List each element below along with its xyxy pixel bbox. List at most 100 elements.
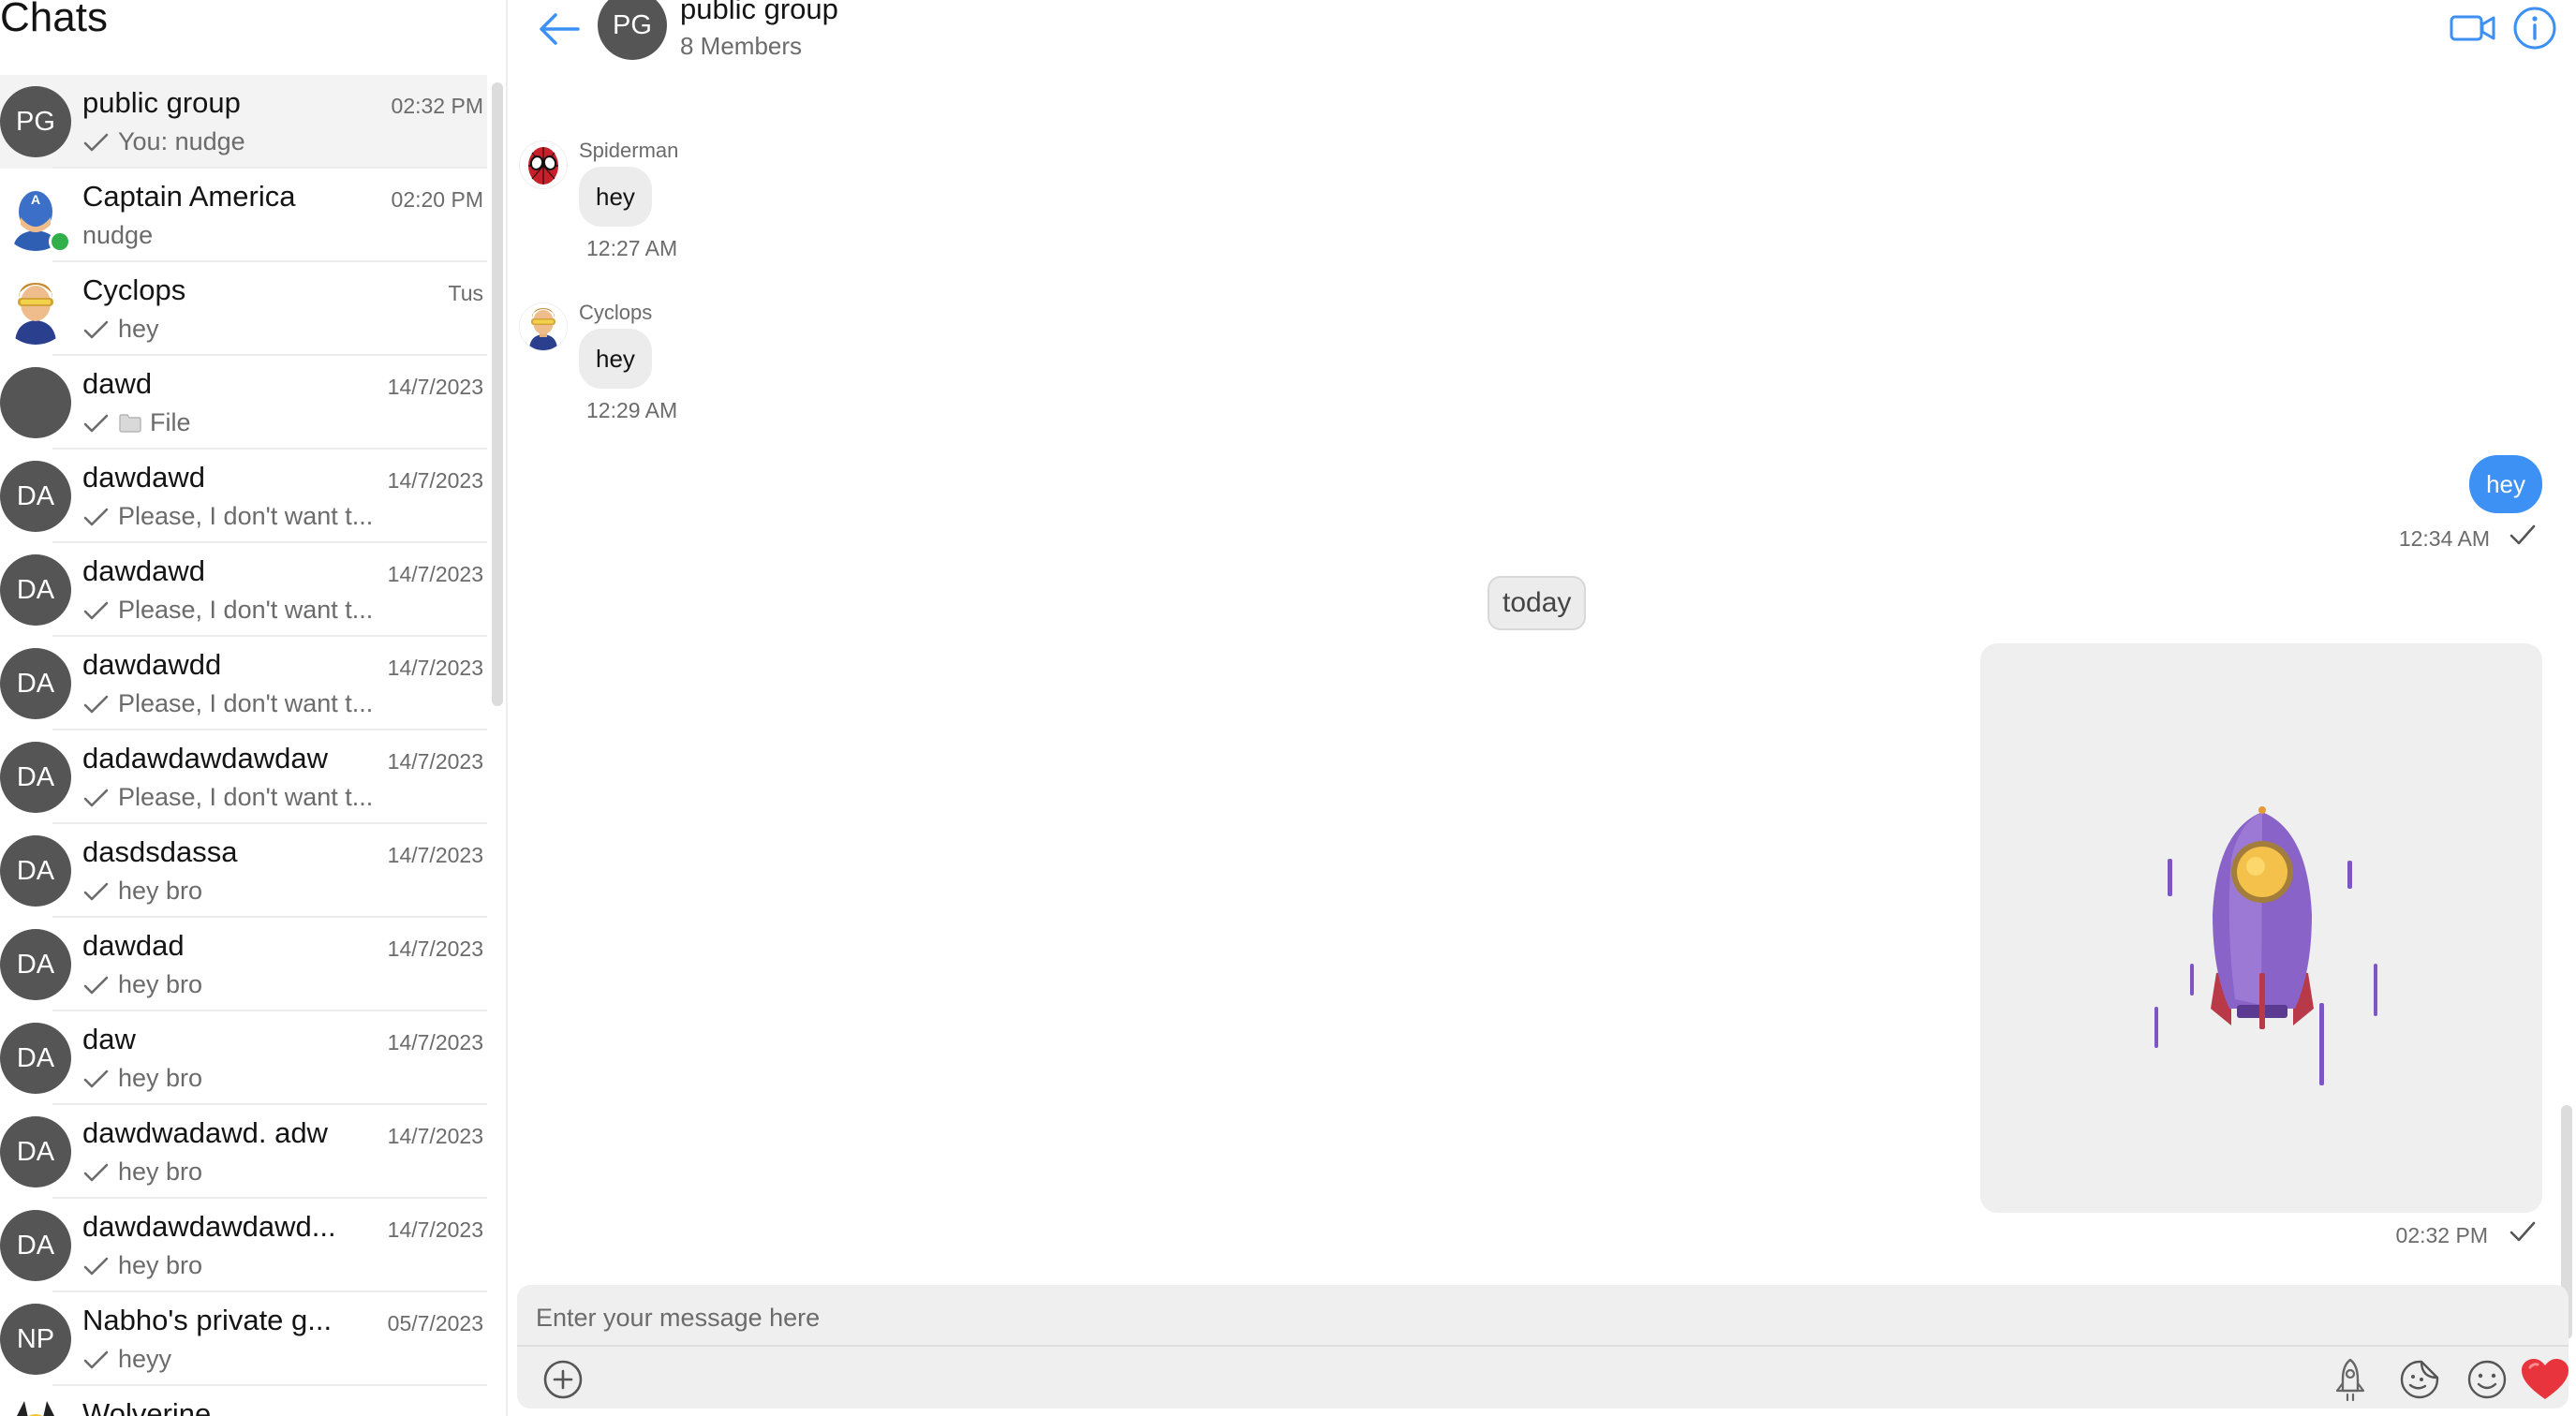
- message-sender: Spiderman: [579, 139, 679, 162]
- message-time: 02:32 PM: [2395, 1223, 2488, 1247]
- chat-list-item[interactable]: DA dawdawdawdawd... 14/7/2023 hey bro: [0, 1199, 487, 1292]
- chat-list-item[interactable]: dawd 14/7/2023 File: [0, 356, 487, 450]
- avatar[interactable]: DA: [0, 929, 71, 1000]
- spiderman-avatar-icon: [528, 147, 558, 184]
- chat-preview: hey bro: [82, 877, 202, 906]
- chat-preview: You: nudge: [82, 127, 245, 156]
- message-time: 12:27 AM: [586, 236, 678, 260]
- message-composer: [517, 1285, 2569, 1409]
- spiderman-avatar[interactable]: [519, 140, 568, 189]
- chat-list-item[interactable]: DA dawdwadawd. adw 14/7/2023 hey bro: [0, 1105, 487, 1199]
- avatar[interactable]: PG: [0, 86, 71, 157]
- info-button[interactable]: [2512, 6, 2557, 51]
- chat-time: 14/7/2023: [387, 1217, 483, 1242]
- chat-list-item[interactable]: DA dawdawd 14/7/2023 Please, I don't want t…: [0, 450, 487, 543]
- chat-preview: File: [82, 408, 191, 437]
- avatar[interactable]: [0, 1397, 71, 1416]
- chat-list-item[interactable]: DA dadawdawdawdaw 14/7/2023 Please, I don't…: [0, 730, 487, 824]
- message-bubble[interactable]: hey: [579, 167, 652, 227]
- sent-check-icon: [83, 320, 109, 338]
- sticker-icon: [2400, 1360, 2439, 1399]
- chat-preview: Please, I don't want t...: [82, 783, 373, 812]
- chat-name: dawdwadawd. adw: [82, 1116, 328, 1149]
- sent-check-icon: [83, 414, 109, 432]
- avatar[interactable]: DA: [0, 1210, 71, 1281]
- chat-list-item[interactable]: DA dawdawdd 14/7/2023 Please, I don't want …: [0, 637, 487, 730]
- cyclops-avatar-icon: [0, 273, 71, 345]
- message-bubble[interactable]: hey: [579, 329, 652, 389]
- avatar[interactable]: [0, 367, 71, 438]
- chat-list: PG public group 02:32 PM You: nudge A Captain…: [0, 75, 487, 1416]
- sent-check-icon: [83, 789, 109, 806]
- outgoing-message-bubble[interactable]: hey: [2469, 455, 2542, 513]
- chat-preview: hey bro: [82, 1158, 202, 1187]
- sent-check-icon: [83, 1069, 109, 1087]
- chat-name: dadawdawdawdaw: [82, 742, 328, 774]
- chat-time: 02:32 PM: [391, 94, 483, 118]
- sent-check-icon: [2509, 1221, 2536, 1242]
- chat-time: 14/7/2023: [387, 1124, 483, 1148]
- sticker-button[interactable]: [2396, 1356, 2443, 1403]
- chat-preview-text: Please, I don't want t...: [118, 783, 374, 811]
- chat-list-item[interactable]: A Captain America 02:20 PM nudge: [0, 169, 487, 262]
- avatar[interactable]: DA: [0, 554, 71, 626]
- conversation-title: public group: [680, 0, 838, 25]
- avatar[interactable]: [0, 273, 71, 345]
- chat-time: 14/7/2023: [387, 843, 483, 867]
- chat-list-item[interactable]: Wolverine: [0, 1386, 487, 1416]
- back-button[interactable]: [536, 6, 583, 52]
- emoji-icon: [2467, 1360, 2507, 1399]
- chat-time: 14/7/2023: [387, 468, 483, 493]
- file-icon: [119, 413, 141, 433]
- rocket-button[interactable]: [2327, 1356, 2374, 1403]
- chat-preview: hey bro: [82, 970, 202, 999]
- date-separator: today: [1488, 576, 1587, 630]
- chat-preview-text: hey bro: [118, 877, 203, 905]
- chat-preview-text: Please, I don't want t...: [118, 502, 374, 530]
- avatar[interactable]: DA: [0, 648, 71, 719]
- chat-list-item[interactable]: NP Nabho's private g... 05/7/2023 heyy: [0, 1292, 487, 1386]
- message-time: 12:29 AM: [586, 398, 678, 422]
- sent-check-icon: [83, 133, 109, 151]
- chat-name: dawdad: [82, 929, 185, 962]
- chat-time: 14/7/2023: [387, 1030, 483, 1055]
- chat-list-item[interactable]: DA dasdsdassa 14/7/2023 hey bro: [0, 824, 487, 918]
- chat-list-item[interactable]: Cyclops Tus hey: [0, 262, 487, 356]
- sent-check-icon: [83, 1350, 109, 1368]
- chat-preview-text: hey: [118, 315, 159, 343]
- avatar[interactable]: DA: [0, 742, 71, 813]
- chat-list-item[interactable]: DA daw 14/7/2023 hey bro: [0, 1011, 487, 1105]
- chat-list-item[interactable]: PG public group 02:32 PM You: nudge: [0, 75, 487, 169]
- avatar[interactable]: DA: [0, 1116, 71, 1187]
- sidebar-title: Chats: [0, 0, 108, 40]
- video-call-button[interactable]: [2449, 11, 2497, 45]
- chat-name: public group: [82, 86, 241, 119]
- avatar[interactable]: DA: [0, 835, 71, 907]
- avatar[interactable]: NP: [0, 1304, 71, 1375]
- heart-button[interactable]: [2520, 1356, 2570, 1403]
- chat-list-item[interactable]: DA dawdad 14/7/2023 hey bro: [0, 918, 487, 1011]
- chat-time: 14/7/2023: [387, 375, 483, 399]
- sent-check-icon: [83, 1163, 109, 1181]
- chat-preview-text: File: [150, 408, 191, 436]
- chat-time: 14/7/2023: [387, 937, 483, 961]
- chat-name: dawdawd: [82, 554, 205, 587]
- cyclops-avatar[interactable]: [519, 302, 568, 351]
- chat-time: Tus: [448, 281, 484, 305]
- chat-preview-text: hey bro: [118, 1158, 203, 1186]
- sent-check-icon: [83, 1257, 109, 1275]
- wolverine-avatar-icon: [0, 1397, 71, 1416]
- heart-icon: [2522, 1359, 2569, 1399]
- add-attachment-button[interactable]: [540, 1356, 586, 1403]
- avatar[interactable]: DA: [0, 461, 71, 532]
- chat-list-item[interactable]: DA dawdawd 14/7/2023 Please, I don't want t…: [0, 543, 487, 637]
- group-avatar[interactable]: PG: [598, 0, 667, 60]
- emoji-button[interactable]: [2464, 1356, 2510, 1403]
- message-input[interactable]: [534, 1298, 2552, 1337]
- plus-circle-icon: [543, 1360, 583, 1399]
- chat-name: Wolverine: [82, 1397, 212, 1416]
- sidebar-scrollbar[interactable]: [492, 82, 503, 706]
- arrow-left-icon: [540, 13, 580, 45]
- sticker-message[interactable]: [1980, 643, 2542, 1213]
- avatar[interactable]: DA: [0, 1023, 71, 1094]
